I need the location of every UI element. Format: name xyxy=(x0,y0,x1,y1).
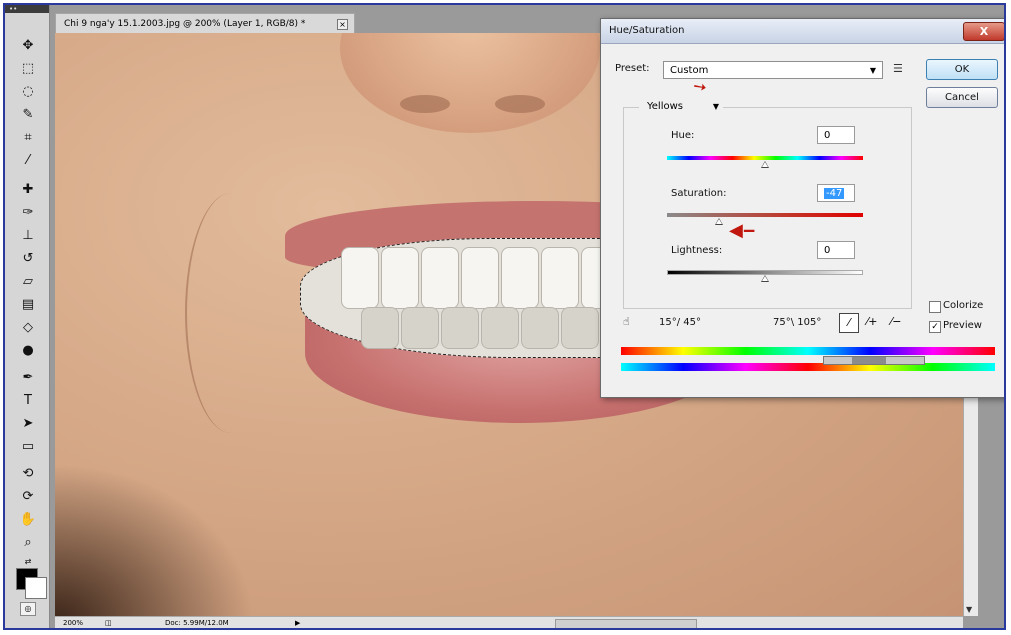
photo-tooth xyxy=(561,307,599,349)
photo-tooth xyxy=(341,247,379,309)
preset-value: Custom xyxy=(670,65,709,76)
hue-input[interactable]: 0 xyxy=(817,126,855,144)
preview-checkbox[interactable]: ✓ xyxy=(929,321,941,333)
doc-size-info: Doc: 5.99M/12.0M xyxy=(165,619,229,627)
3d-rotate-tool-icon[interactable]: ⟲ xyxy=(17,465,39,483)
targeted-adjustment-icon[interactable]: ☝ xyxy=(623,315,630,328)
history-brush-tool-icon[interactable]: ↺ xyxy=(17,250,39,268)
horizontal-scrollbar-thumb[interactable] xyxy=(555,619,697,628)
photo-tooth xyxy=(541,247,579,309)
photo-tooth xyxy=(421,247,459,309)
clone-stamp-tool-icon[interactable]: ⊥ xyxy=(17,227,39,245)
background-color-swatch[interactable] xyxy=(25,577,47,599)
lightness-slider-thumb[interactable] xyxy=(761,275,769,282)
photo-shadow xyxy=(55,463,255,616)
dodge-tool-icon[interactable]: ● xyxy=(17,342,39,360)
eraser-tool-icon[interactable]: ▱ xyxy=(17,273,39,291)
pen-tool-icon[interactable]: ✒ xyxy=(17,369,39,387)
saturation-value: -47 xyxy=(824,188,845,199)
preview-label: Preview xyxy=(943,320,982,331)
document-title: Chi 9 nga'y 15.1.2003.jpg @ 200% (Layer … xyxy=(64,19,306,29)
colorize-label: Colorize xyxy=(943,300,984,311)
saturation-slider-track[interactable] xyxy=(667,213,863,217)
lasso-tool-icon[interactable]: ◌ xyxy=(17,83,39,101)
shape-tool-icon[interactable]: ▭ xyxy=(17,438,39,456)
status-info-icon[interactable]: ◫ xyxy=(105,617,112,628)
dialog-titlebar[interactable]: Hue/Saturation X xyxy=(601,19,1004,44)
photo-tooth xyxy=(481,307,519,349)
chevron-down-icon: ▼ xyxy=(869,66,876,75)
preset-label: Preset: xyxy=(615,63,650,74)
eyedropper-plus-icon[interactable]: ⁄+ xyxy=(863,313,881,331)
scroll-down-icon[interactable]: ▼ xyxy=(966,605,972,614)
healing-brush-tool-icon[interactable]: ✚ xyxy=(17,181,39,199)
eyedropper-icon[interactable]: ⁄ xyxy=(839,313,859,333)
photo-nostril-right xyxy=(495,95,545,113)
gradient-tool-icon[interactable]: ▤ xyxy=(17,296,39,314)
channel-value: Yellows xyxy=(647,101,683,112)
dialog-close-button[interactable]: X xyxy=(963,22,1004,41)
blur-tool-icon[interactable]: ◇ xyxy=(17,319,39,337)
marquee-tool-icon[interactable]: ⬚ xyxy=(17,60,39,78)
photo-tooth xyxy=(521,307,559,349)
range-left-readout: 15°/ 45° xyxy=(659,317,701,328)
photo-tooth xyxy=(441,307,479,349)
channel-dropdown[interactable]: Yellows ▼ xyxy=(639,98,723,116)
photo-tooth xyxy=(461,247,499,309)
chevron-down-icon: ▼ xyxy=(712,102,719,111)
ok-button[interactable]: OK xyxy=(926,59,998,80)
hue-saturation-dialog: Hue/Saturation X Preset: Custom ▼ ☰ OK C… xyxy=(600,18,1004,398)
brush-tool-icon[interactable]: ✑ xyxy=(17,204,39,222)
photo-tooth xyxy=(401,307,439,349)
screenshot-frame: •• ✥ ⬚ ◌ ✎ ⌗ ⁄ ✚ ✑ ⊥ ↺ ▱ ▤ ◇ ● ✒ T ➤ ▭ ⟲… xyxy=(3,3,1006,630)
hand-tool-icon[interactable]: ✋ xyxy=(17,511,39,529)
saturation-input[interactable]: -47 xyxy=(817,184,855,202)
hue-label: Hue: xyxy=(671,130,695,141)
photo-nose xyxy=(340,33,600,133)
type-tool-icon[interactable]: T xyxy=(17,392,39,410)
dialog-title: Hue/Saturation xyxy=(609,25,685,36)
document-close-icon[interactable]: × xyxy=(337,19,348,30)
preset-options-icon[interactable]: ☰ xyxy=(893,62,903,75)
photo-tooth xyxy=(501,247,539,309)
lightness-label: Lightness: xyxy=(671,245,723,256)
lightness-input[interactable]: 0 xyxy=(817,241,855,259)
path-select-tool-icon[interactable]: ➤ xyxy=(17,415,39,433)
status-menu-icon[interactable]: ▶ xyxy=(295,617,300,628)
cancel-button[interactable]: Cancel xyxy=(926,87,998,108)
quick-mask-icon[interactable]: ◎ xyxy=(20,602,36,616)
saturation-slider-thumb[interactable] xyxy=(714,218,723,225)
annotation-arrow-icon: ◀‒ xyxy=(729,220,756,241)
3d-orbit-tool-icon[interactable]: ⟳ xyxy=(17,488,39,506)
quick-select-tool-icon[interactable]: ✎ xyxy=(17,106,39,124)
range-right-readout: 75°\ 105° xyxy=(773,317,822,328)
range-slider[interactable] xyxy=(823,356,925,365)
hue-slider-thumb[interactable] xyxy=(761,161,769,168)
zoom-tool-icon[interactable]: ⌕ xyxy=(17,534,39,552)
range-slider-fill[interactable] xyxy=(852,357,886,364)
status-bar: 200% ◫ Doc: 5.99M/12.0M ▶ xyxy=(55,616,963,628)
color-bar-top xyxy=(621,347,995,355)
colorize-checkbox[interactable] xyxy=(929,301,941,313)
tools-panel: •• ✥ ⬚ ◌ ✎ ⌗ ⁄ ✚ ✑ ⊥ ↺ ▱ ▤ ◇ ● ✒ T ➤ ▭ ⟲… xyxy=(5,5,50,628)
document-tab[interactable]: Chi 9 nga'y 15.1.2003.jpg @ 200% (Layer … xyxy=(55,13,355,33)
eyedropper-tool-icon[interactable]: ⁄ xyxy=(17,152,39,170)
eyedropper-minus-icon[interactable]: ⁄− xyxy=(887,313,905,331)
saturation-label: Saturation: xyxy=(671,188,727,199)
photo-tooth xyxy=(361,307,399,349)
color-bar-bottom xyxy=(621,363,995,371)
photo-smile-line xyxy=(185,193,277,433)
photo-tooth xyxy=(381,247,419,309)
panel-grip[interactable]: •• xyxy=(5,5,49,13)
crop-tool-icon[interactable]: ⌗ xyxy=(17,129,39,147)
photo-nostril-left xyxy=(400,95,450,113)
move-tool-icon[interactable]: ✥ xyxy=(17,37,39,55)
zoom-level[interactable]: 200% xyxy=(63,617,83,628)
hue-slider-track[interactable] xyxy=(667,156,863,160)
